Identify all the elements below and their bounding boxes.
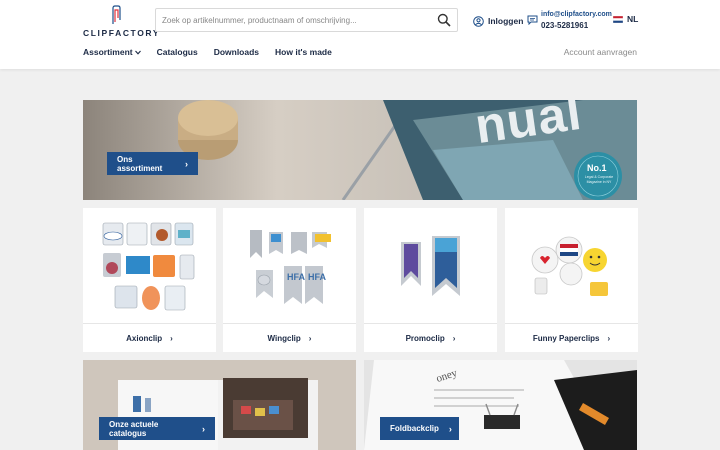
nav-label: Catalogus	[156, 47, 198, 57]
card-label: Wingclip	[267, 333, 301, 343]
wingclip-image: HFA HFA	[250, 230, 331, 304]
chevron-right-icon: ›	[170, 333, 173, 343]
chevron-right-icon: ›	[607, 333, 611, 343]
nav-item-how-its-made[interactable]: How it's made	[275, 47, 332, 57]
dutch-flag-icon	[613, 15, 623, 23]
chevron-right-icon: ›	[202, 423, 205, 434]
chevron-right-icon: ›	[308, 333, 312, 343]
account-request-link[interactable]: Account aanvragen	[564, 47, 637, 57]
nav-label: How it's made	[275, 47, 332, 57]
chevron-right-icon: ›	[452, 333, 456, 343]
main-nav: Assortiment Catalogus Downloads How it's…	[83, 47, 332, 57]
promoclip-image	[401, 236, 460, 296]
button-label: Foldbackclip	[390, 424, 439, 433]
nav-label: Downloads	[213, 47, 260, 57]
button-label: Ons assortiment	[117, 154, 163, 173]
chat-icon	[527, 15, 538, 25]
axionclip-image	[102, 222, 195, 311]
login-label: Inloggen	[488, 16, 524, 26]
card-label: Axionclip	[126, 333, 163, 343]
button-label: Onze actuele catalogus	[109, 419, 159, 438]
svg-text:HFA: HFA	[287, 272, 306, 282]
product-card-funny-paperclips[interactable]: Funny Paperclips ›	[505, 208, 638, 352]
nav-label: Assortiment	[83, 47, 133, 57]
chevron-right-icon: ›	[185, 158, 188, 169]
search-input[interactable]	[156, 9, 426, 31]
product-card-wingclip[interactable]: HFA HFA Wingclip ›	[223, 208, 356, 352]
card-footer: Axionclip ›	[83, 324, 216, 352]
contact-email-link[interactable]: info@clipfactory.com	[541, 11, 612, 18]
chevron-right-icon: ›	[448, 423, 452, 434]
nav-item-catalogus[interactable]: Catalogus	[157, 47, 198, 57]
nav-item-assortiment[interactable]: Assortiment	[83, 47, 141, 57]
card-footer: Funny Paperclips ›	[505, 324, 638, 352]
language-selector[interactable]: NL	[613, 14, 638, 24]
hero-banner: nual No.1 Legal & Corporate Magazine in …	[83, 100, 637, 200]
hero-assortiment-button[interactable]: Ons assortiment ›	[107, 152, 198, 175]
card-label: Funny Paperclips	[532, 333, 600, 343]
search-bar	[155, 8, 458, 32]
language-label: NL	[627, 14, 639, 24]
site-header: CLIPFACTORY Inloggen info@clipfactory.co…	[0, 0, 720, 69]
contact-phone[interactable]: 023-5281961	[541, 21, 588, 30]
card-footer: Wingclip ›	[223, 324, 356, 352]
user-icon	[473, 15, 484, 27]
magazine-badge-subtitle: Legal & Corporate Magazine in NY	[584, 175, 614, 184]
clip-logo-icon	[112, 5, 121, 24]
search-icon[interactable]	[437, 13, 451, 27]
catalogus-banner: Onze actuele catalogus ›	[83, 360, 356, 450]
catalogus-button[interactable]: Onze actuele catalogus ›	[99, 417, 215, 440]
funny-paperclips-image	[531, 236, 608, 296]
clipfactory-logo[interactable]: CLIPFACTORY	[83, 5, 159, 38]
svg-text:HFA: HFA	[308, 272, 327, 282]
product-card-promoclip[interactable]: Promoclip ›	[364, 208, 497, 352]
card-label: Promoclip	[405, 333, 445, 343]
nav-item-downloads[interactable]: Downloads	[214, 47, 259, 57]
chevron-down-icon	[134, 50, 141, 55]
foldbackclip-banner: oney Foldbackclip ›	[364, 360, 637, 450]
product-card-axionclip[interactable]: Axionclip ›	[83, 208, 216, 352]
magazine-badge-title: No.1	[587, 163, 607, 173]
logo-text: CLIPFACTORY	[83, 28, 161, 38]
card-footer: Promoclip ›	[364, 324, 497, 352]
login-link[interactable]: Inloggen	[473, 14, 523, 28]
foldbackclip-button[interactable]: Foldbackclip ›	[380, 417, 459, 440]
